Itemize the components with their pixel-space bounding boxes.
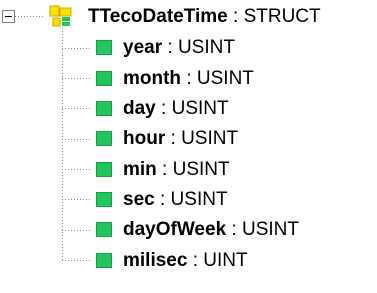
field-name: hour: [123, 128, 166, 149]
field-name: min: [123, 159, 157, 180]
variable-icon: [96, 71, 112, 86]
field-type: UINT: [203, 250, 248, 271]
variable-icon: [96, 222, 112, 237]
struct-icon: [49, 5, 72, 27]
variable-icon: [96, 162, 112, 177]
struct-type: STRUCT: [243, 6, 321, 27]
tree-item-label: dayOfWeek : USINT: [123, 217, 299, 243]
tree-item-label: year : USINT: [123, 35, 235, 61]
field-type: USINT: [170, 189, 228, 210]
field-type: USINT: [177, 37, 235, 58]
tree-item-label: min : USINT: [123, 157, 230, 183]
field-name: year: [123, 37, 163, 58]
collapse-toggle-icon[interactable]: [2, 10, 15, 23]
field-separator: :: [165, 128, 182, 149]
field-type: USINT: [181, 128, 239, 149]
variable-icon: [96, 192, 112, 207]
field-name: sec: [123, 189, 155, 210]
field-type: USINT: [172, 159, 230, 180]
tree-item-label: day : USINT: [123, 96, 229, 122]
field-separator: :: [181, 68, 197, 89]
struct-node-ttecodatetime[interactable]: TTecoDateTime : STRUCT: [88, 4, 321, 30]
field-separator: :: [187, 250, 204, 271]
field-name: milisec: [123, 250, 188, 271]
tree-item-label: sec : USINT: [123, 187, 228, 213]
field-name: dayOfWeek: [123, 219, 227, 240]
field-type: USINT: [196, 68, 254, 89]
field-separator: :: [156, 159, 173, 180]
tree-item-label: month : USINT: [123, 66, 254, 92]
variable-icon: [96, 131, 112, 146]
struct-tree: TTecoDateTime : STRUCT year : USINT mont…: [0, 0, 377, 293]
field-separator: :: [154, 189, 171, 210]
variable-icon: [96, 40, 112, 55]
field-separator: :: [155, 98, 172, 119]
variable-icon: [96, 253, 112, 268]
field-name: month: [123, 68, 182, 89]
field-type: USINT: [171, 98, 229, 119]
field-type: USINT: [241, 219, 299, 240]
field-separator: :: [162, 37, 178, 58]
struct-name: TTecoDateTime: [88, 6, 228, 27]
tree-item-label: milisec : UINT: [123, 248, 248, 274]
struct-separator: :: [227, 6, 244, 27]
field-name: day: [123, 98, 156, 119]
tree-item-label: hour : USINT: [123, 126, 238, 152]
field-separator: :: [226, 219, 242, 240]
variable-icon: [96, 101, 112, 116]
